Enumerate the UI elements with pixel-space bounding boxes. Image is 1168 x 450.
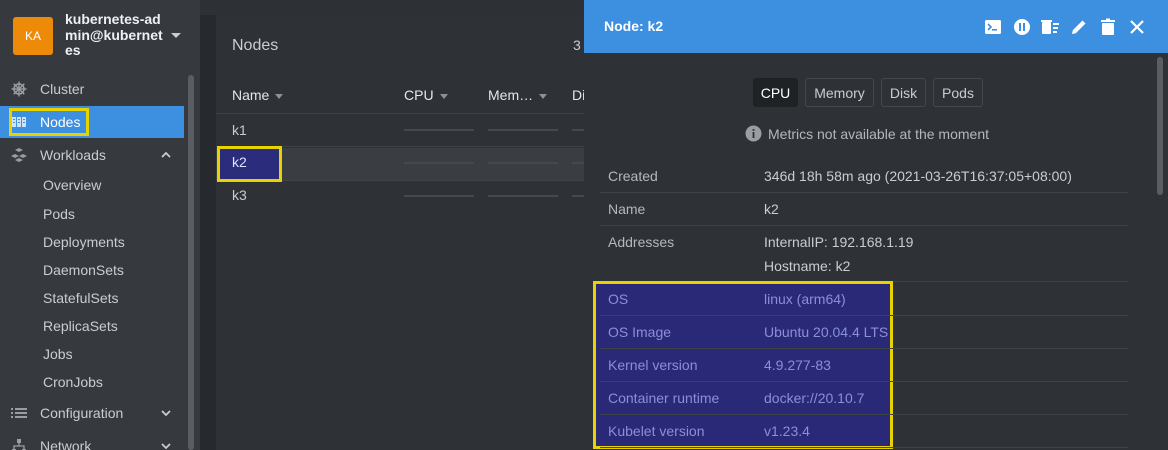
workloads-icon <box>11 148 27 162</box>
divider <box>600 447 1128 448</box>
sidebar-subitem-statefulsets[interactable]: StatefulSets <box>43 290 119 306</box>
network-icon <box>12 439 26 450</box>
sidebar-item-label: Workloads <box>40 147 106 163</box>
page-title: Nodes <box>232 37 279 54</box>
sidebar-item-label: Configuration <box>40 405 124 421</box>
sidebar-subitem-daemonsets[interactable]: DaemonSets <box>43 262 124 278</box>
detail-value: Ubuntu 20.04.4 LTS <box>764 324 889 340</box>
disk-bar <box>572 162 584 164</box>
tab-disk[interactable]: Disk <box>881 78 926 107</box>
close-icon[interactable] <box>1127 17 1147 37</box>
sort-icon <box>439 93 448 99</box>
sidebar-subitem-pods[interactable]: Pods <box>43 206 75 222</box>
avatar: KA <box>13 17 53 55</box>
sort-icon <box>539 93 548 99</box>
top-bar <box>200 0 584 15</box>
sidebar-scrollbar[interactable] <box>188 75 194 450</box>
detail-value: linux (arm64) <box>764 291 846 307</box>
chevron-up-icon[interactable] <box>160 149 172 161</box>
sidebar-item-network[interactable]: Network <box>0 430 184 450</box>
table-row-k1[interactable]: k1 <box>232 122 247 138</box>
detail-value: 4.9.277-83 <box>764 357 831 373</box>
sidebar-item-label: Network <box>40 438 92 450</box>
metrics-notice: Metrics not available at the moment <box>768 126 989 142</box>
sidebar-subitem-replicasets[interactable]: ReplicaSets <box>43 318 118 334</box>
detail-label: OS Image <box>608 324 672 340</box>
column-header-cpu[interactable]: CPU <box>404 87 448 103</box>
divider <box>600 381 1128 382</box>
table-row-k2[interactable]: k2 <box>232 154 247 170</box>
detail-value: 346d 18h 58m ago (2021-03-26T16:37:05+08… <box>764 168 1072 184</box>
pause-icon[interactable] <box>1012 17 1032 37</box>
panel-scrollbar[interactable] <box>1157 57 1163 195</box>
highlight-box <box>217 146 282 182</box>
sidebar-subitem-jobs[interactable]: Jobs <box>43 346 73 362</box>
list-icon <box>11 408 27 418</box>
info-icon <box>745 125 762 142</box>
column-label: CPU <box>404 87 434 103</box>
terminal-icon[interactable] <box>983 17 1003 37</box>
divider <box>600 225 1128 226</box>
detail-value: Hostname: k2 <box>764 258 851 274</box>
helm-wheel-icon <box>11 81 27 97</box>
divider <box>600 348 1128 349</box>
column-label: Mem… <box>488 87 534 103</box>
panel-title: Node: k2 <box>604 18 664 34</box>
caret-down-icon[interactable] <box>171 33 181 38</box>
memory-bar <box>488 162 558 164</box>
tab-memory[interactable]: Memory <box>805 78 874 107</box>
detail-label: Created <box>608 168 658 184</box>
detail-value: k2 <box>764 201 779 217</box>
sidebar-item-label: Cluster <box>40 81 85 97</box>
cpu-bar <box>404 162 474 164</box>
drain-icon[interactable] <box>1040 17 1060 37</box>
cpu-bar <box>404 195 474 197</box>
delete-icon[interactable] <box>1098 17 1118 37</box>
detail-label: Container runtime <box>608 390 720 406</box>
table-row-k3[interactable]: k3 <box>232 187 247 203</box>
column-header-memory[interactable]: Mem… <box>488 87 548 103</box>
memory-bar <box>488 129 558 131</box>
divider <box>216 113 584 114</box>
column-label: Name <box>232 87 270 103</box>
sidebar: KA kubernetes-admin@kubernetes Cluster N… <box>0 0 200 450</box>
sort-icon <box>275 93 284 99</box>
disk-bar <box>572 195 584 197</box>
sidebar-subitem-deployments[interactable]: Deployments <box>43 234 125 250</box>
sidebar-item-workloads[interactable]: Workloads <box>0 139 184 171</box>
cpu-bar <box>404 129 474 131</box>
column-header-name[interactable]: Name <box>232 87 284 103</box>
username: kubernetes-admin@kubernetes <box>65 11 163 58</box>
detail-label: Addresses <box>608 234 675 250</box>
chevron-down-icon[interactable] <box>160 407 172 419</box>
detail-label: Kernel version <box>608 357 698 373</box>
divider <box>600 414 1128 415</box>
edit-icon[interactable] <box>1069 17 1089 37</box>
divider <box>600 315 1128 316</box>
sidebar-item-configuration[interactable]: Configuration <box>0 397 184 429</box>
highlight-box <box>9 108 89 136</box>
sidebar-subitem-overview[interactable]: Overview <box>43 177 101 193</box>
item-count: 3 <box>573 37 581 53</box>
nodes-card <box>216 15 584 450</box>
detail-label: Kubelet version <box>608 423 705 439</box>
sidebar-subitem-cronjobs[interactable]: CronJobs <box>43 374 103 390</box>
detail-label: OS <box>608 291 629 307</box>
detail-label: Name <box>608 201 646 217</box>
divider <box>600 192 1128 193</box>
memory-bar <box>488 195 558 197</box>
detail-value: docker://20.10.7 <box>764 390 865 406</box>
sidebar-item-cluster[interactable]: Cluster <box>0 73 184 105</box>
user-menu[interactable]: KA kubernetes-admin@kubernetes <box>0 0 200 72</box>
tab-cpu[interactable]: CPU <box>753 78 798 107</box>
tab-pods[interactable]: Pods <box>933 78 983 107</box>
detail-value: v1.23.4 <box>764 423 810 439</box>
chevron-down-icon[interactable] <box>160 440 172 450</box>
disk-bar <box>572 129 584 131</box>
detail-value: InternalIP: 192.168.1.19 <box>764 234 914 250</box>
